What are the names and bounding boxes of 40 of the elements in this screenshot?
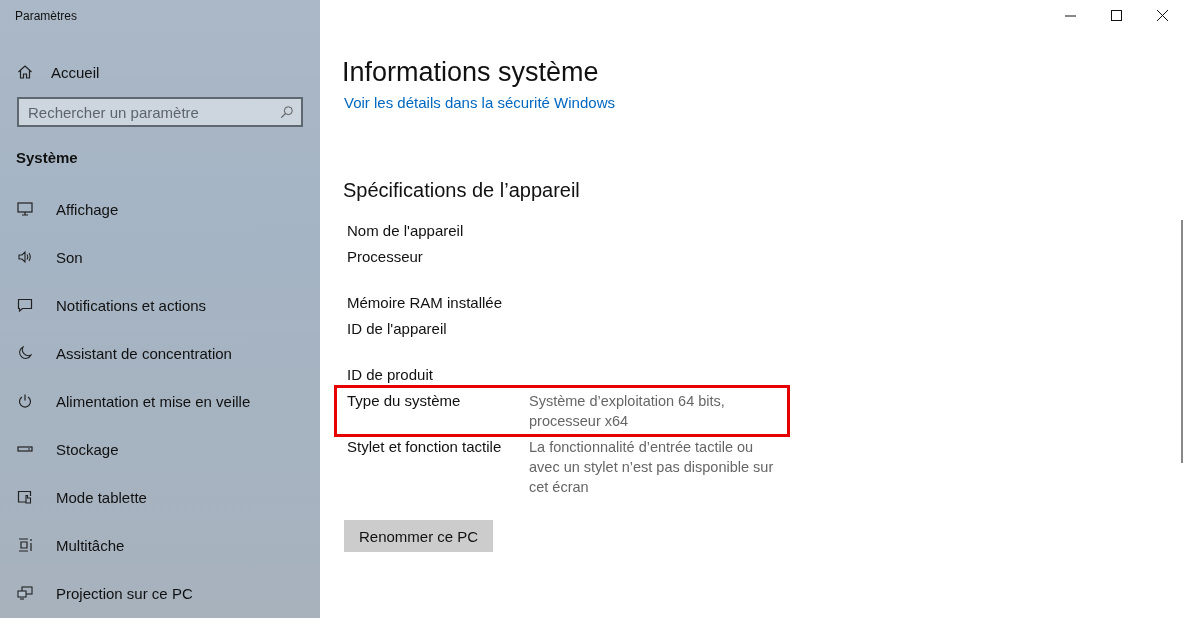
scrollbar[interactable] bbox=[1181, 220, 1183, 463]
sidebar-item[interactable]: Assistant de concentration bbox=[0, 329, 320, 377]
sidebar-item[interactable]: Affichage bbox=[0, 185, 320, 233]
section-heading: Système bbox=[15, 148, 79, 168]
home-icon bbox=[17, 64, 33, 80]
sidebar-item[interactable]: Multitâche bbox=[0, 521, 320, 569]
spec-label: Mémoire RAM installée bbox=[347, 293, 504, 313]
sound-icon bbox=[17, 249, 33, 265]
sidebar-item[interactable]: Mode tablette bbox=[0, 473, 320, 521]
security-link[interactable]: Voir les détails dans la sécurité Windows bbox=[342, 94, 615, 111]
window-title: Paramètres bbox=[14, 8, 79, 25]
minimize-icon bbox=[1064, 14, 1076, 17]
home-item[interactable]: Accueil bbox=[0, 56, 320, 88]
page-title: Informations système bbox=[342, 56, 599, 88]
spec-label: Stylet et fonction tactile bbox=[347, 437, 503, 457]
spec-label: Type du système bbox=[347, 391, 462, 411]
close-icon bbox=[1156, 10, 1168, 21]
sidebar-item[interactable]: Stockage bbox=[0, 425, 320, 473]
spec-label: Nom de l'appareil bbox=[347, 221, 465, 241]
spec-label: Processeur bbox=[347, 247, 424, 267]
spec-value: La fonctionnalité d’entrée tactile ou avec un stylet n’est pas disponible sur cet écran bbox=[529, 438, 775, 497]
sidebar-item[interactable]: Son bbox=[0, 233, 320, 281]
sidebar-item[interactable]: Notifications et actions bbox=[0, 281, 320, 329]
spec-label: ID de l'appareil bbox=[347, 319, 448, 339]
rename-button[interactable]: Renommer ce PC bbox=[344, 520, 494, 552]
search-icon bbox=[280, 105, 294, 119]
sidebar-item[interactable]: Alimentation et mise en veille bbox=[0, 377, 320, 425]
sidebar-item[interactable]: Projection sur ce PC bbox=[0, 569, 320, 617]
spec-label: ID de produit bbox=[347, 365, 434, 385]
section-heading: Spécifications de l’appareil bbox=[342, 178, 580, 203]
multitask-icon bbox=[17, 537, 33, 553]
search-field[interactable]: Rechercher un paramètre bbox=[17, 97, 303, 127]
maximize-icon bbox=[1110, 10, 1122, 21]
display-icon bbox=[17, 201, 33, 217]
projection-icon bbox=[17, 585, 33, 601]
power-icon bbox=[17, 393, 33, 409]
moon-icon bbox=[17, 345, 33, 361]
spec-value: Système d’exploitation 64 bits, processeur x64 bbox=[529, 392, 726, 431]
notification-icon bbox=[17, 297, 33, 313]
tablet-icon bbox=[17, 489, 33, 505]
